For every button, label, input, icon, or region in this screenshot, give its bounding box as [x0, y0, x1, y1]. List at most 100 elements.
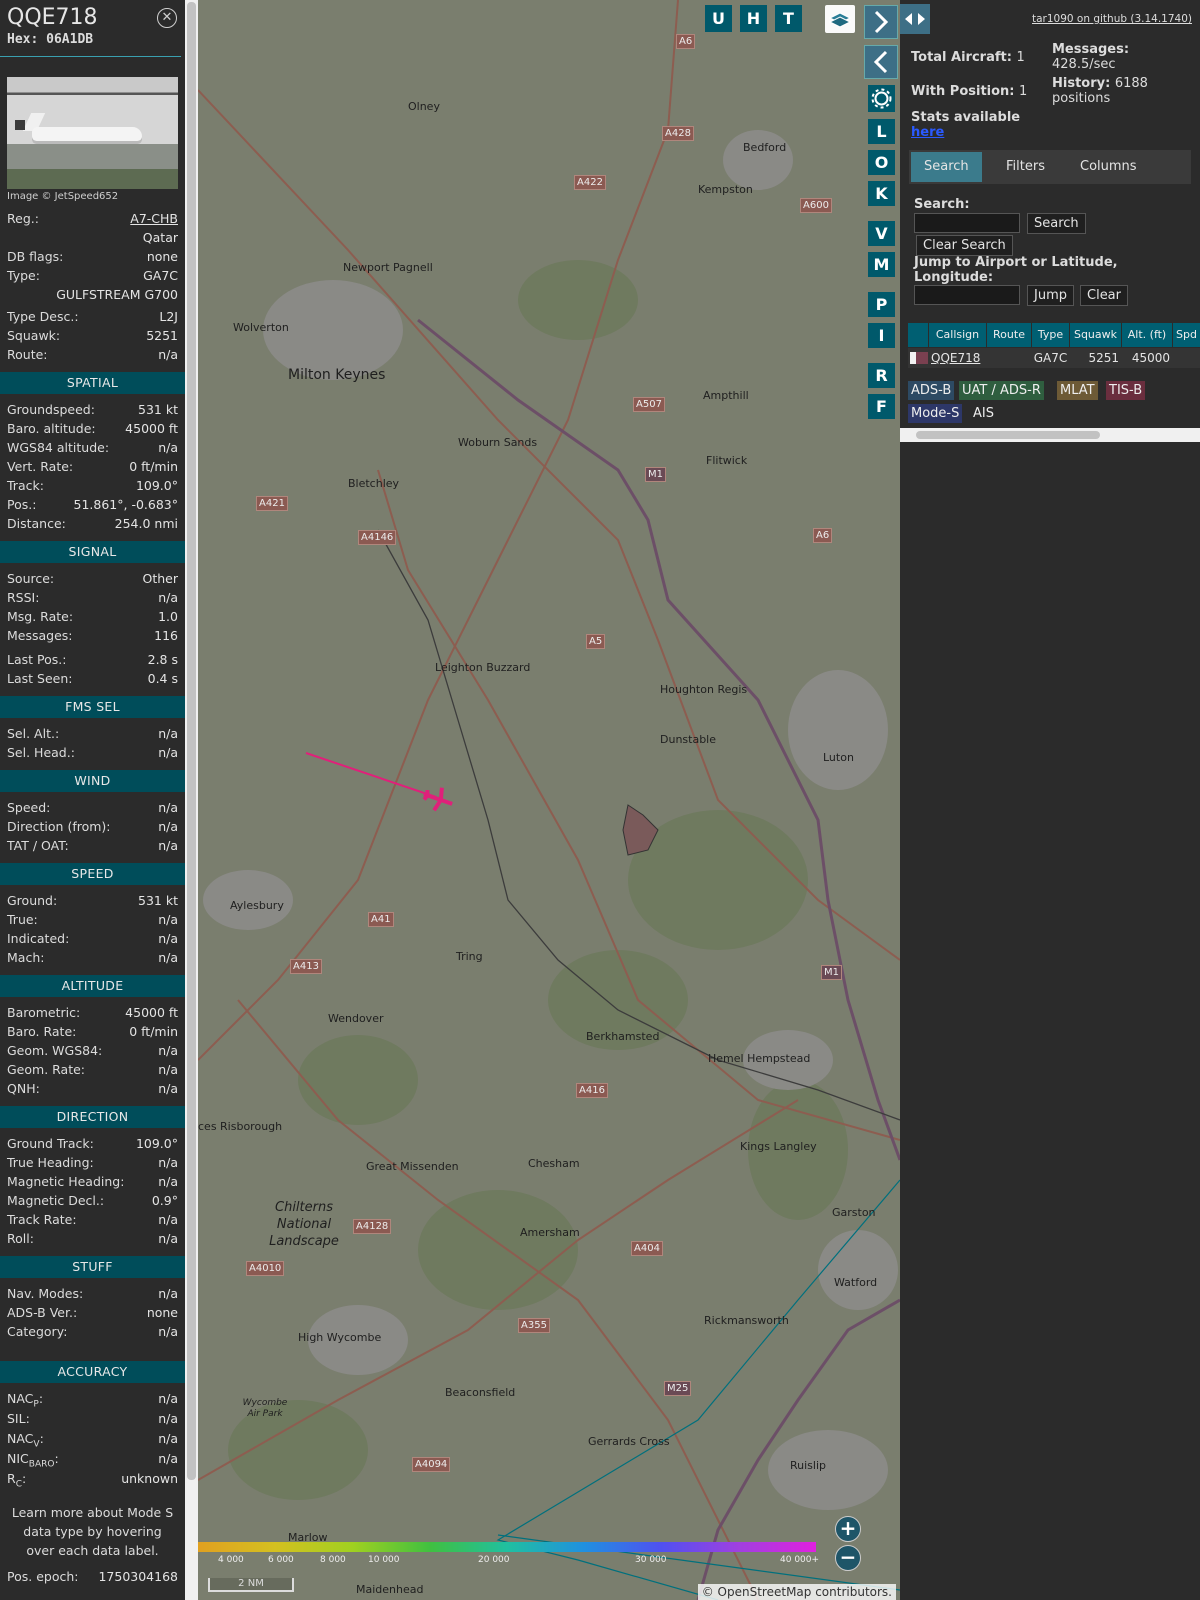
info-callsign: QQE718 [7, 5, 98, 30]
map-canvas[interactable]: Olney Bedford Kempston Newport Pagnell W… [198, 0, 900, 1600]
info-label-text: Last Pos.: [7, 652, 67, 667]
road-label: A416 [576, 1083, 608, 1098]
map-button-t[interactable]: T [775, 5, 802, 32]
info-label-text: Sel. Head.: [7, 745, 75, 760]
info-label-text: R [7, 1471, 16, 1486]
info-label: Speed: [7, 798, 50, 817]
zoom-out-button[interactable]: − [835, 1545, 861, 1571]
info-row: Last Pos.: 2.8 s [0, 650, 185, 669]
map-button-o[interactable]: O [868, 150, 895, 175]
info-label-text: Category: [7, 1324, 68, 1339]
map-place: Great Missenden [366, 1160, 459, 1173]
info-value: n/a [158, 1286, 178, 1301]
split-arrows-icon[interactable] [900, 4, 930, 34]
info-scrollbar[interactable] [185, 0, 198, 1600]
tab-columns[interactable]: Columns [1067, 152, 1150, 182]
layers-icon[interactable] [825, 5, 855, 33]
info-label: Pos. epoch: [7, 1569, 79, 1584]
map-place: Berkhamsted [586, 1030, 660, 1043]
info-row-epoch: Pos. epoch: 1750304168 [0, 1567, 185, 1586]
settings-gear-icon[interactable] [868, 85, 895, 112]
map-button-v[interactable]: V [868, 221, 895, 246]
tab-filters[interactable]: Filters [993, 152, 1058, 182]
jump-button[interactable]: Jump [1027, 285, 1074, 306]
info-row: Sel. Alt.: n/a [0, 724, 185, 743]
jump-input[interactable] [914, 285, 1020, 305]
map-button-k[interactable]: K [868, 181, 895, 206]
map-button-h[interactable]: H [740, 5, 767, 32]
map-place: Leighton Buzzard [435, 661, 531, 674]
info-label: Sel. Head.: [7, 743, 75, 762]
info-label-colon: : [39, 1431, 44, 1446]
info-row-squawk: Squawk: 5251 [0, 326, 185, 345]
info-label: Magnetic Decl.: [7, 1191, 104, 1210]
panel-tabs: Search Filters Columns [909, 150, 1191, 184]
info-label: Mach: [7, 948, 44, 967]
info-value: 51.861°, -0.683° [73, 497, 178, 512]
map-button-p[interactable]: P [868, 292, 895, 317]
info-value: 116 [154, 628, 178, 643]
map-button-f[interactable]: F [868, 394, 895, 419]
zoom-in-button[interactable]: + [835, 1516, 861, 1542]
search-input[interactable] [914, 213, 1020, 233]
map-button-r[interactable]: R [868, 363, 895, 388]
map-button-u[interactable]: U [705, 5, 732, 32]
table-header-altitude[interactable]: Alt. (ft) [1122, 323, 1173, 347]
aircraft-photo[interactable] [7, 77, 178, 189]
info-value: L2J [159, 309, 178, 324]
info-label-text: RSSI: [7, 590, 40, 605]
map-scale-bar: 2 NM [208, 1578, 294, 1592]
tab-search[interactable]: Search [911, 152, 982, 182]
info-label: Geom. Rate: [7, 1060, 85, 1079]
stat-label: Total Aircraft: [911, 50, 1012, 65]
table-header-type[interactable]: Type [1032, 323, 1070, 347]
chevron-right-icon[interactable] [864, 5, 898, 39]
table-header-route[interactable]: Route [987, 323, 1032, 347]
info-value: n/a [158, 1324, 178, 1339]
map-button-l[interactable]: L [868, 119, 895, 144]
info-row-typefull: GULFSTREAM G700 [0, 285, 185, 304]
scrollbar-thumb[interactable] [916, 431, 1100, 439]
info-label: Barometric: [7, 1003, 80, 1022]
chevron-left-icon[interactable] [864, 45, 898, 79]
map-button-i[interactable]: I [868, 323, 895, 348]
road-label: A4010 [246, 1261, 285, 1276]
info-row: NACV: n/a [0, 1429, 185, 1450]
info-label: Direction (from): [7, 817, 111, 836]
info-row: QNH: n/a [0, 1079, 185, 1098]
map-place-park: Chilterns National Landscape [269, 1200, 339, 1249]
version-link[interactable]: tar1090 on github (3.14.1740) [1032, 13, 1192, 25]
map-button-m[interactable]: M [868, 252, 895, 277]
info-label-text: Groundspeed: [7, 402, 95, 417]
info-label-text: Last Seen: [7, 671, 73, 686]
table-header-speed[interactable]: Spd [1173, 323, 1200, 347]
photo-plane [32, 127, 142, 141]
table-row[interactable]: QQE718 GA7C 5251 45000 [908, 348, 1200, 368]
info-label-text: Ground Track: [7, 1136, 94, 1151]
road-label: A6 [813, 528, 833, 543]
map-place: Bletchley [348, 477, 400, 490]
close-icon[interactable]: ✕ [157, 8, 177, 28]
info-label: DB flags: [7, 249, 64, 264]
info-row-typedesc: Type Desc.: L2J [0, 307, 185, 326]
map-place: Bedford [743, 141, 787, 154]
map-place-airfield: Wycombe Air Park [242, 1398, 288, 1419]
info-value: n/a [158, 931, 178, 946]
info-row-dbflags: DB flags: none [0, 247, 185, 266]
row-callsign-link[interactable]: QQE718 [931, 348, 980, 368]
altitude-scale-label: 10 000 [368, 1555, 400, 1565]
search-button[interactable]: Search [1027, 213, 1086, 234]
section-header-speed: SPEED [0, 863, 185, 885]
info-label-text: Track Rate: [7, 1212, 77, 1227]
info-label-text: Track: [7, 478, 44, 493]
table-header-squawk[interactable]: Squawk [1070, 323, 1122, 347]
map-place: Rickmansworth [704, 1314, 789, 1327]
stats-link[interactable]: here [911, 125, 1020, 140]
registration-link[interactable]: A7-CHB [130, 209, 178, 228]
table-horizontal-scrollbar[interactable] [900, 428, 1200, 442]
scrollbar-thumb[interactable] [187, 2, 196, 1480]
clear-search-button[interactable]: Clear Search [916, 235, 1013, 256]
info-row: Ground Track: 109.0° [0, 1134, 185, 1153]
table-header-callsign[interactable]: Callsign [929, 323, 987, 347]
jump-clear-button[interactable]: Clear [1080, 285, 1128, 306]
